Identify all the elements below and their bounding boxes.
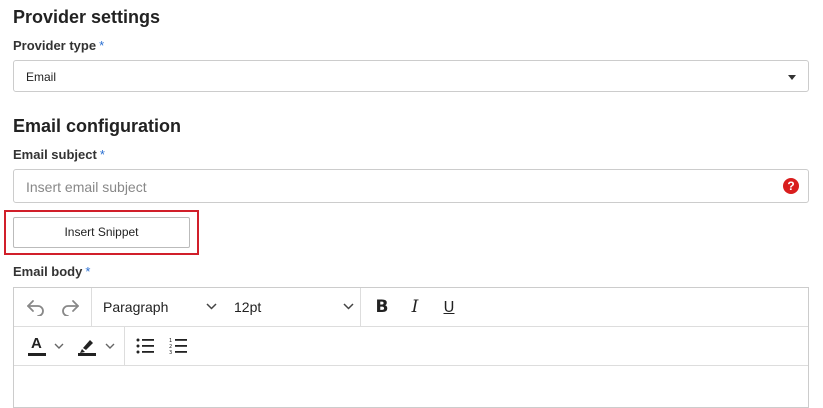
bold-button[interactable]: B xyxy=(370,296,394,318)
text-color-icon: A xyxy=(28,335,46,357)
redo-icon[interactable] xyxy=(58,296,82,318)
caret-down-icon xyxy=(788,75,796,80)
svg-text:3: 3 xyxy=(169,350,172,355)
email-body-label-text: Email body xyxy=(13,264,83,279)
chevron-down-icon xyxy=(343,303,354,310)
email-subject-label: Email subject * xyxy=(13,147,105,162)
chevron-down-icon xyxy=(54,343,64,349)
text-color-button[interactable]: A xyxy=(24,334,68,358)
text-color-swatch xyxy=(28,353,46,356)
chevron-down-icon xyxy=(105,343,115,349)
chevron-down-icon xyxy=(206,303,217,310)
required-asterisk: * xyxy=(85,264,91,279)
font-size-select[interactable]: 12pt xyxy=(227,288,359,326)
toolbar-divider xyxy=(124,327,125,365)
provider-type-label: Provider type * xyxy=(13,38,104,53)
numbered-list-icon[interactable]: 123 xyxy=(166,334,190,358)
provider-type-label-text: Provider type xyxy=(13,38,97,53)
email-body-label: Email body * xyxy=(13,264,90,279)
email-subject-placeholder: Insert email subject xyxy=(26,179,147,195)
required-asterisk: * xyxy=(99,38,105,53)
provider-settings-heading: Provider settings xyxy=(13,7,161,27)
help-icon[interactable]: ? xyxy=(783,178,799,194)
highlight-color-button[interactable] xyxy=(74,334,118,358)
font-size-value: 12pt xyxy=(234,299,262,315)
underline-button[interactable]: U xyxy=(437,296,461,318)
block-format-value: Paragraph xyxy=(103,299,169,315)
block-format-select[interactable]: Paragraph xyxy=(92,288,227,326)
insert-snippet-button[interactable]: Insert Snippet xyxy=(13,217,190,248)
email-configuration-heading: Email configuration xyxy=(13,116,182,136)
email-subject-input[interactable]: Insert email subject ? xyxy=(13,169,809,203)
text-color-glyph: A xyxy=(31,335,42,352)
toolbar-divider xyxy=(14,326,808,327)
editor-content-area[interactable] xyxy=(14,366,808,407)
italic-button[interactable]: I xyxy=(403,296,427,318)
email-body-editor: Paragraph 12pt B I U A 123 xyxy=(13,287,809,408)
toolbar-divider xyxy=(360,288,361,326)
bullet-list-icon[interactable] xyxy=(133,334,157,358)
required-asterisk: * xyxy=(99,147,105,162)
undo-icon[interactable] xyxy=(24,296,48,318)
highlighter-icon xyxy=(78,340,96,356)
provider-type-select[interactable]: Email xyxy=(13,60,809,92)
email-subject-label-text: Email subject xyxy=(13,147,97,162)
provider-type-value: Email xyxy=(26,70,57,84)
